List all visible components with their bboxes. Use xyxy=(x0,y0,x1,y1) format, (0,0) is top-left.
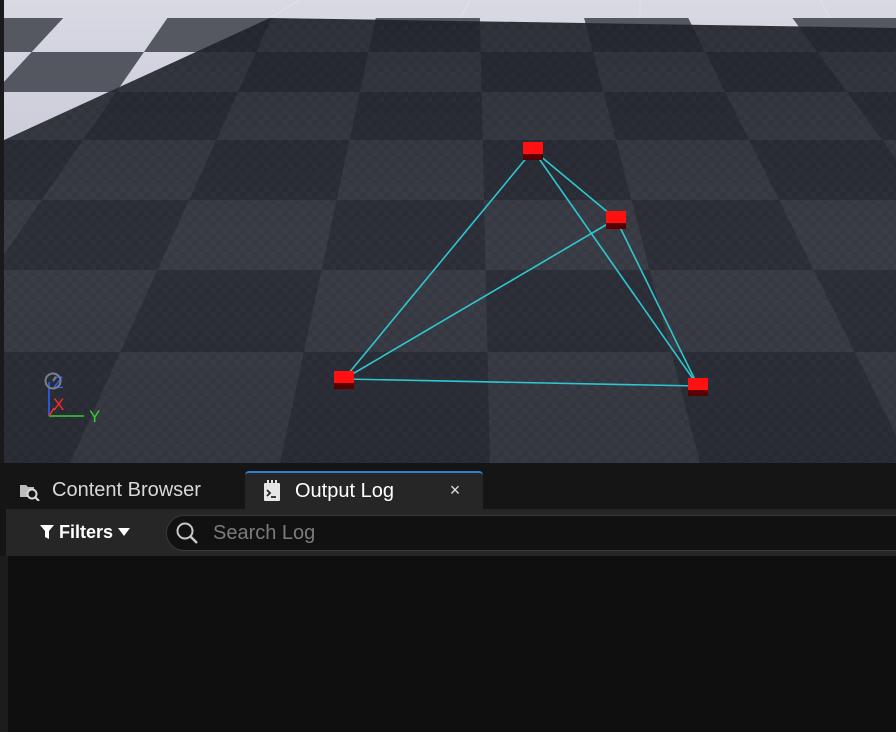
tab-content-browser[interactable]: Content Browser xyxy=(0,471,240,509)
viewport-scene xyxy=(0,0,896,463)
search-icon xyxy=(176,522,198,544)
output-log-icon xyxy=(264,480,280,501)
axis-gizmo: Z X Y xyxy=(44,372,108,442)
search-box[interactable] xyxy=(166,515,896,551)
camera-speed-icon[interactable] xyxy=(44,372,62,390)
search-input[interactable] xyxy=(211,520,775,546)
axis-y-label: Y xyxy=(89,407,101,426)
spline-point xyxy=(688,378,708,396)
close-icon[interactable]: × xyxy=(447,481,463,499)
tab-output-log[interactable]: Output Log × xyxy=(245,471,483,509)
level-viewport[interactable]: Z X Y xyxy=(0,0,896,463)
bottom-tab-bar: Content Browser Output Log × xyxy=(0,463,896,509)
filters-label: Filters xyxy=(59,521,114,542)
spline-point xyxy=(606,211,626,229)
output-log-toolbar: Filters xyxy=(0,509,896,556)
filter-icon xyxy=(40,525,54,539)
filters-button[interactable]: Filters xyxy=(40,519,131,545)
spline-point xyxy=(334,371,354,389)
viewport-border xyxy=(0,0,4,463)
tab-content-browser-label: Content Browser xyxy=(52,478,201,501)
spline-point xyxy=(523,142,543,160)
chevron-down-icon xyxy=(118,528,131,536)
tab-output-log-label: Output Log xyxy=(295,479,394,502)
axis-x-label: X xyxy=(53,395,65,414)
output-log-content[interactable] xyxy=(0,556,896,732)
content-browser-icon xyxy=(20,485,40,501)
